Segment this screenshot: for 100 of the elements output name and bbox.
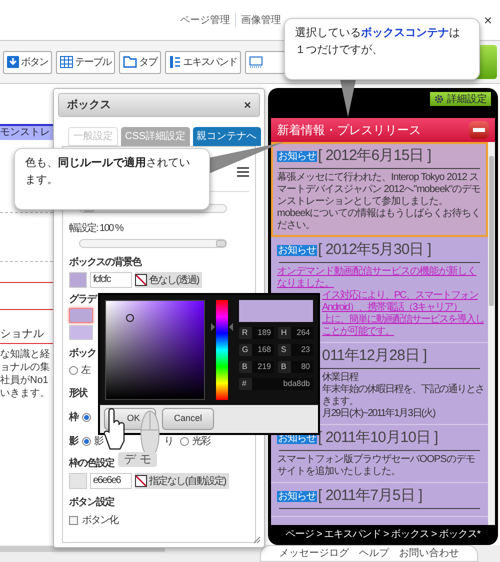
badge: お知らせ [277,491,317,502]
option-label: り [164,435,173,449]
news-text: スマートフォン版ブラウザセーバOOPSのデモサイトを追加いたしました。 [277,454,476,478]
number-field[interactable]: 168 [252,344,274,356]
toolbar-button[interactable] [245,50,285,74]
color-swatch[interactable] [69,272,87,288]
color-code-field[interactable]: fcfcfc [90,272,132,288]
field-label: ボックスの背景色 [69,257,141,269]
body-text: ョナルの集 [0,360,50,374]
minus-icon [473,128,485,132]
color-swatch[interactable] [69,473,87,489]
footer-link[interactable]: メッセージログ [279,546,349,561]
toolbar-button[interactable]: テーブル [56,50,115,74]
box-icon [249,56,263,68]
news-date: [ 2012年5月30日 ] [318,241,432,259]
callout-text: 選択しているボックスコンテナは１つだけですが、 [295,26,461,58]
number-field[interactable]: bda8db [252,378,313,390]
demo-label: デ モ [118,452,158,467]
news-item[interactable]: お知らせ[ 2012年6月15日 ] 幕張メッセにて行われた、Interop Tokyo 2012 スマートデバイスジャパン 2012へ"mobeek"のデモンストレーションとして参加しました。 mobeekについての情報はもうしばらくお待ちください。 [271,142,488,237]
news-text: 月29日(木)~2011年1月3日(火) [322,408,435,420]
number-field[interactable]: 23 [291,344,313,356]
nav-link[interactable]: 画像管理 [241,12,281,28]
number-field[interactable]: 264 [291,327,313,339]
gear-icon [434,94,444,104]
body-text: 社員がNo1 [0,374,48,386]
slider[interactable] [79,239,227,248]
body-text: な知識と経 [0,348,50,360]
checkbox[interactable] [69,516,78,525]
no-color-button[interactable]: 色なし(透過) [135,272,202,288]
list-icon [169,56,181,68]
option-label: 影 [94,435,103,449]
settings-button[interactable]: 詳細設定 [430,92,491,106]
field-label: H [281,327,288,339]
close-button[interactable]: × [244,99,251,111]
tab-icon [123,56,137,68]
scrollbar[interactable] [488,142,495,525]
color-field[interactable] [105,300,205,400]
option-label: 光彩 [192,434,210,449]
download-icon [7,56,19,68]
breadcrumb: ページ > エキスパンド > ボックス > ボックス* [284,528,482,542]
field-label: S [281,344,288,356]
radio-button[interactable] [82,413,91,422]
dialog-button[interactable]: Cancel [162,408,214,430]
header-title: 新着情報・プレスリリース [277,122,421,139]
close-button[interactable]: × [484,13,492,27]
callout-text: 色も、同じルールで適用されています。 [25,156,191,188]
color-swatch[interactable] [69,325,93,340]
toolbar-button[interactable]: エキスパンド [165,50,241,74]
scrollbar-thumb[interactable] [489,156,494,306]
news-text: 休業日程 [322,372,358,384]
field-label: 形状 [69,388,87,400]
badge: お知らせ [277,245,317,256]
news-date: 011年12月28日 ] [322,347,427,365]
news-text: きます。 [322,396,358,408]
option-label: 左 [81,364,90,378]
news-item[interactable]: お知らせ[ 2011年7月5日 ] [271,483,488,517]
number-field[interactable]: 189 [252,327,274,339]
field-label: R [242,327,249,339]
no-color-icon [135,274,147,286]
radio-button[interactable] [82,437,91,446]
checkbox-label: ボタン化 [82,514,118,528]
body-text: いきます。 [0,386,50,400]
number-field[interactable]: 80 [291,361,313,373]
no-color-icon [135,475,147,487]
resize-grip-icon [253,536,261,544]
news-text: 幕張メッセにて行われた、Interop Tokyo 2012 スマートデバイスジャパン 2012へ"mobeek"のデモンストレーションとして参加しました。 [277,172,482,208]
dialog-title: ボックス [67,98,111,113]
news-text: 年末年始の休暇日程を、下記の通りとさ [322,384,484,396]
footer-link[interactable]: ヘルプ [359,546,389,561]
field-label: 幅設定: 100 % [69,223,123,235]
toolbar-button[interactable]: ボタン [3,50,52,74]
color-code-field[interactable]: e6e6e6 [90,473,132,489]
radio-button[interactable] [180,437,189,446]
picker-marker[interactable] [126,314,134,322]
menu-icon [237,167,249,177]
collapse-button[interactable] [469,121,489,139]
grid-icon [60,56,73,68]
field-label: ボタン設定 [69,497,114,509]
field-label: G [242,344,249,356]
badge: お知らせ [277,151,317,162]
field-label: 影 [69,434,78,449]
field-label: # [242,378,248,390]
parent-container-button[interactable]: 親コンテナへ [192,127,261,146]
field-label: B [281,361,288,373]
banner: モンストレ [0,124,53,140]
nav-link[interactable]: ページ管理 [180,12,230,28]
slider-thumb[interactable] [216,240,226,247]
field-label: B [242,361,248,373]
footer-link[interactable]: お問い合わせ [399,546,459,561]
field-label: 枠 [69,410,78,425]
color-swatch[interactable] [69,308,93,323]
field-label: 枠の色設定 [69,458,114,470]
number-field[interactable]: 219 [252,361,274,373]
radio-button[interactable] [69,366,78,375]
field-label: グラデ [69,294,96,306]
news-date: [ 2012年6月15日 ] [318,147,432,165]
toolbar-button[interactable]: タブ [119,50,161,74]
no-color-button[interactable]: 指定なし(自動設定) [135,473,229,489]
field-label: ボック [69,348,96,360]
news-date: [ 2011年7月5日 ] [318,487,422,505]
